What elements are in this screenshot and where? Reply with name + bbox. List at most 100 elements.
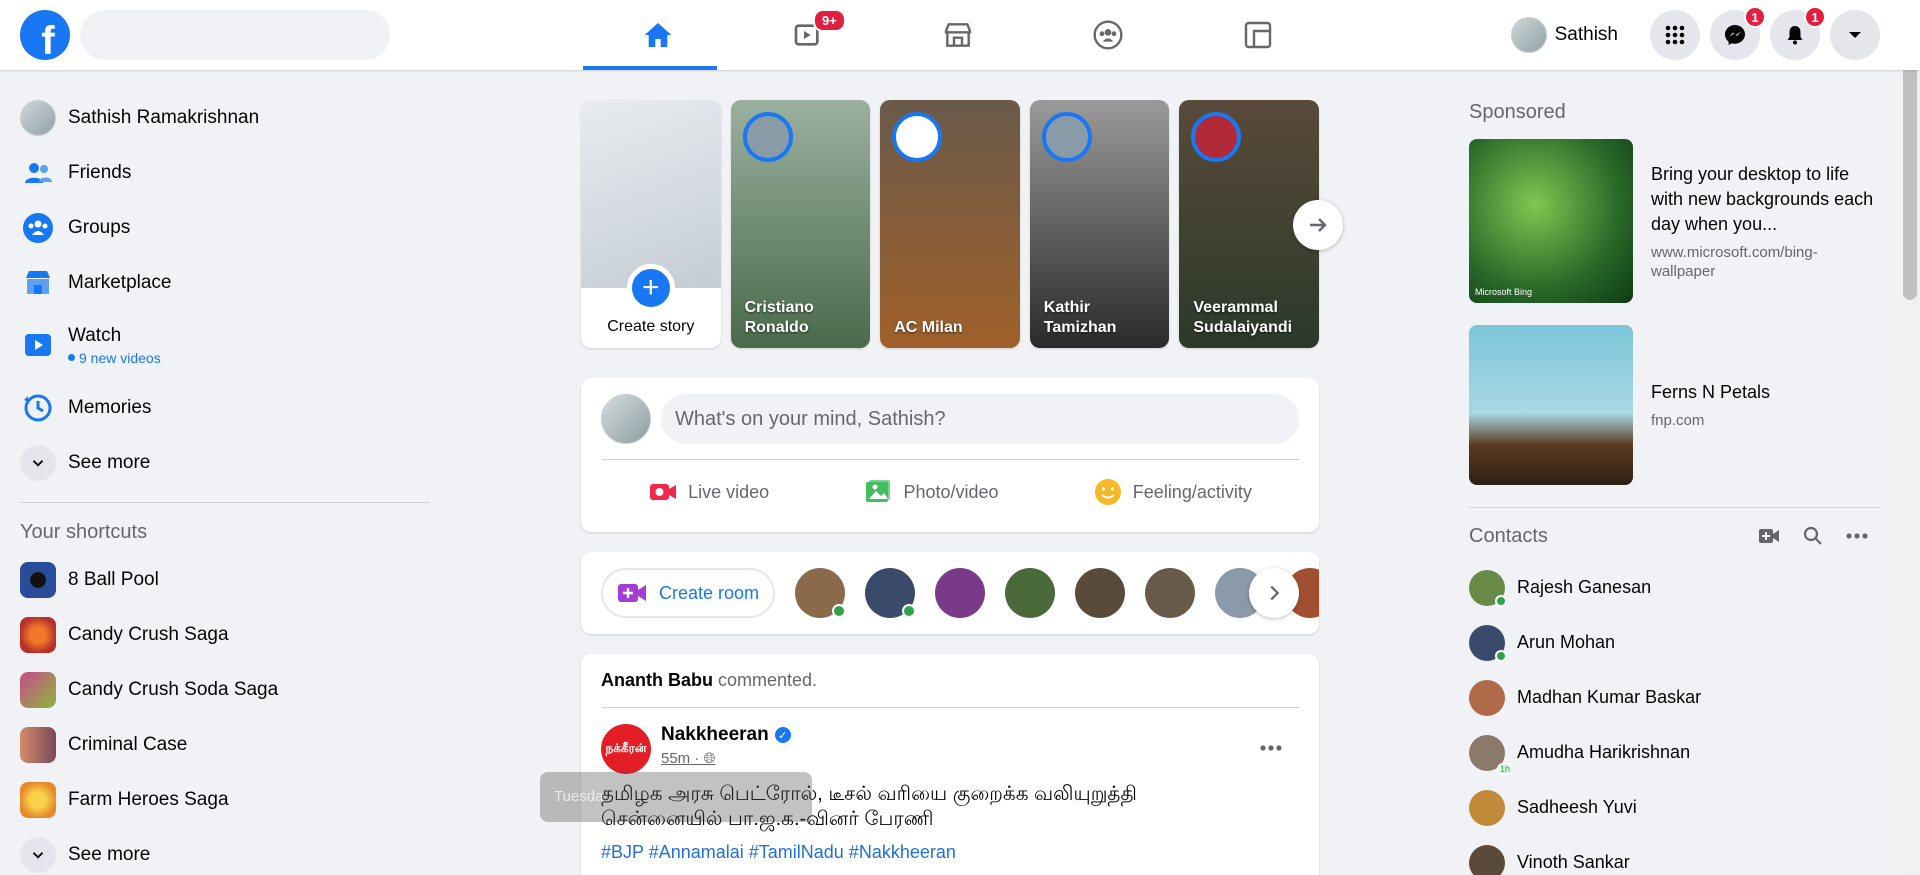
feed-post: Ananth Babu commented. நக்கீரன் Nakkheer… [581, 654, 1319, 875]
live-video-button[interactable]: Live video [636, 468, 781, 516]
memories-clock-icon [20, 390, 56, 426]
contacts-list: Rajesh Ganesan Arun Mohan Madhan Kumar Bas… [1469, 560, 1879, 875]
contacts-header: Contacts [1469, 512, 1879, 560]
sidebar-item-label: Marketplace [68, 271, 172, 293]
shortcut-label: 8 Ball Pool [68, 568, 159, 590]
avatar [601, 394, 651, 444]
rooms-bar: Create room [581, 552, 1319, 634]
sidebar-item-friends[interactable]: Friends [10, 145, 430, 200]
sidebar-item-label: Memories [68, 396, 152, 418]
post-timestamp[interactable]: 55m · 🌐︎ [661, 750, 791, 767]
page-scrollbar[interactable] [1900, 0, 1920, 875]
shortcut-label: Farm Heroes Saga [68, 788, 229, 810]
page-name[interactable]: Nakkheeran [661, 724, 769, 746]
new-videos-indicator: 9 new videos [68, 350, 161, 366]
search-icon[interactable] [1791, 526, 1835, 546]
notifications-button[interactable]: 1 [1770, 6, 1826, 60]
room-friend-avatar[interactable] [935, 568, 986, 618]
contact-item[interactable]: Arun Mohan [1469, 615, 1879, 670]
post-options-button[interactable] [1253, 730, 1289, 766]
create-room-label: Create room [659, 582, 760, 603]
new-room-icon[interactable] [1747, 528, 1791, 544]
sponsored-ad[interactable]: Microsoft Bing Bring your desktop to lif… [1469, 139, 1879, 303]
create-room-button[interactable]: Create room [601, 568, 776, 618]
story-card[interactable]: Cristiano Ronaldo [730, 100, 871, 348]
more-horizontal-icon[interactable] [1835, 533, 1879, 539]
chevron-down-icon [20, 444, 56, 481]
ad-title: Bring your desktop to life with new back… [1651, 163, 1874, 234]
search-input[interactable] [80, 10, 390, 60]
shortcut-candy-crush-soda-saga[interactable]: Candy Crush Soda Saga [10, 662, 430, 717]
avatar [20, 99, 56, 136]
sidebar-item-label: Sathish Ramakrishnan [68, 106, 260, 128]
tab-home[interactable] [583, 0, 733, 70]
groups-icon [20, 210, 56, 246]
story-avatar [1041, 112, 1092, 162]
shortcut-criminal-case[interactable]: Criminal Case [10, 717, 430, 772]
see-more-button[interactable]: See more [10, 435, 430, 490]
room-friend-avatar[interactable] [795, 568, 847, 618]
shortcuts-see-more-button[interactable]: See more [10, 827, 430, 875]
sponsored-ad[interactable]: Ferns N Petals fnp.com [1469, 325, 1879, 485]
story-author-name: Veerammal Sudalaiyandi [1193, 299, 1293, 336]
sidebar-item-marketplace[interactable]: Marketplace [10, 255, 430, 310]
stories-next-button[interactable] [1293, 200, 1343, 250]
room-friend-avatar[interactable] [1005, 568, 1056, 618]
facebook-logo-icon[interactable]: f [20, 10, 70, 60]
story-avatar [892, 112, 943, 162]
globe-icon: 🌐︎ [703, 750, 716, 767]
tab-watch[interactable]: 9+ [733, 0, 883, 70]
sidebar-item-memories[interactable]: Memories [10, 380, 430, 435]
story-avatar [1191, 112, 1242, 162]
contact-item[interactable]: Madhan Kumar Baskar [1469, 670, 1879, 725]
smiley-icon [1094, 479, 1121, 505]
room-friend-avatar[interactable] [865, 568, 917, 618]
story-card[interactable]: AC Milan [880, 100, 1020, 348]
divider [20, 502, 430, 503]
contact-item[interactable]: 1h Amudha Harikrishnan [1469, 725, 1879, 780]
story-card[interactable]: Kathir Tamizhan [1029, 100, 1170, 348]
status-input[interactable]: What's on your mind, Sathish? [661, 394, 1299, 444]
tab-marketplace[interactable] [883, 0, 1033, 70]
sidebar-item-profile[interactable]: Sathish Ramakrishnan [10, 90, 430, 145]
activity-actor-name[interactable]: Ananth Babu [601, 670, 713, 691]
ad-url: www.microsoft.com/bing-wallpaper [1651, 243, 1818, 280]
feeling-activity-button[interactable]: Feeling/activity [1081, 468, 1264, 516]
marketplace-icon [20, 265, 56, 301]
profile-button[interactable]: Sathish [1505, 13, 1628, 57]
shortcut-candy-crush-saga[interactable]: Candy Crush Saga [10, 607, 430, 662]
tab-groups[interactable] [1033, 0, 1183, 70]
rooms-next-button[interactable] [1249, 568, 1299, 618]
sidebar-item-label: See more [68, 843, 151, 865]
live-video-icon [650, 484, 677, 500]
messenger-badge: 1 [1744, 6, 1766, 28]
create-story-card[interactable]: + Create story [581, 100, 721, 348]
story-author-name: AC Milan [894, 319, 963, 336]
shortcut-8-ball-pool[interactable]: 8 Ball Pool [10, 552, 430, 607]
menu-button[interactable] [1650, 10, 1700, 60]
story-avatar [742, 112, 793, 162]
stories-tray: + Create story Cristiano Ronaldo AC Mila… [581, 100, 1343, 348]
sidebar-item-groups[interactable]: Groups [10, 200, 430, 255]
chevron-down-icon [20, 836, 56, 873]
sidebar-item-watch[interactable]: Watch 9 new videos [10, 310, 430, 380]
page-logo[interactable]: நக்கீரன் [601, 724, 651, 774]
post-time: 55m [661, 750, 691, 767]
game-thumbnail-icon [20, 781, 56, 818]
contact-item[interactable]: Vinoth Sankar [1469, 835, 1879, 875]
messenger-icon [1725, 25, 1745, 45]
unread-dot-icon [68, 354, 75, 361]
shortcut-farm-heroes-saga[interactable]: Farm Heroes Saga [10, 772, 430, 827]
contact-item[interactable]: Rajesh Ganesan [1469, 560, 1879, 615]
account-menu-button[interactable] [1830, 10, 1880, 60]
room-friend-avatar[interactable] [1075, 568, 1126, 618]
messenger-button[interactable]: 1 [1710, 6, 1766, 60]
divider [1469, 507, 1880, 508]
contact-item[interactable]: Sadheesh Yuvi [1469, 780, 1879, 835]
gaming-icon [1244, 21, 1272, 49]
post-hashtags[interactable]: #BJP #Annamalai #TamilNadu #Nakkheeran [601, 842, 1299, 863]
divider [601, 459, 1299, 460]
photo-video-button[interactable]: Photo/video [851, 468, 1010, 516]
tab-gaming[interactable] [1183, 0, 1333, 70]
room-friend-avatar[interactable] [1145, 568, 1196, 618]
